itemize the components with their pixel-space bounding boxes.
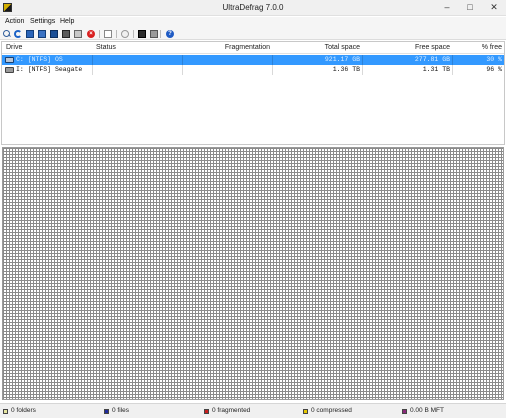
boot-time-icon[interactable] [138, 30, 146, 38]
title-bar: UltraDefrag 7.0.0 – □ ✕ [0, 0, 506, 16]
analyze-icon[interactable] [3, 30, 11, 38]
list-header: Drive Status Fragmentation Total space F… [2, 42, 504, 54]
fragmented-count: 0 fragmented [212, 407, 251, 414]
column-header-percent-free[interactable]: % free [452, 44, 502, 51]
minimize-button[interactable]: – [436, 0, 458, 15]
toolbar-separator [133, 30, 134, 38]
toolbar-separator [160, 30, 161, 38]
drive-total-space: 1.36 TB [332, 66, 360, 73]
status-bar: 0 folders 0 files 0 fragmented 0 compres… [0, 403, 506, 418]
toolbar-separator [116, 30, 117, 38]
drive-row-i[interactable]: I: [NTFS] Seagate 1.36 TB 1.31 TB 96 % [2, 65, 504, 75]
drive-row-c[interactable]: C: [NTFS] OS 921.17 GB 277.81 GB 30 % [2, 55, 504, 65]
compressed-count: 0 compressed [311, 407, 352, 414]
drive-name: C: [NTFS] OS [16, 56, 63, 63]
drive-total-space: 921.17 GB [324, 56, 360, 63]
mft-color-square [402, 409, 407, 414]
folders-color-square [3, 409, 8, 414]
optimize-mft-icon[interactable] [62, 30, 70, 38]
toolbar: × ? [0, 28, 506, 40]
folders-count: 0 folders [11, 407, 36, 414]
column-header-status[interactable]: Status [96, 44, 116, 51]
mft-size: 0.00 B MFT [410, 407, 444, 414]
stop-icon[interactable]: × [87, 30, 95, 38]
fragmented-color-square [204, 409, 209, 414]
column-header-total-space[interactable]: Total space [272, 44, 360, 51]
drive-list[interactable]: Drive Status Fragmentation Total space F… [1, 41, 505, 145]
hard-disk-icon [5, 67, 14, 73]
column-header-fragmentation[interactable]: Fragmentation [182, 44, 270, 51]
files-count: 0 files [112, 407, 129, 414]
files-color-square [104, 409, 109, 414]
report-icon[interactable] [104, 30, 112, 38]
close-button[interactable]: ✕ [482, 0, 506, 15]
menu-action[interactable]: Action [5, 18, 24, 25]
cluster-map[interactable] [2, 147, 504, 400]
maximize-button[interactable]: □ [459, 0, 481, 15]
column-header-drive[interactable]: Drive [6, 44, 22, 51]
drive-free-space: 277.81 GB [414, 56, 450, 63]
drive-free-space: 1.31 TB [422, 66, 450, 73]
menu-settings[interactable]: Settings [30, 18, 55, 25]
quick-optimize-icon[interactable] [38, 30, 46, 38]
preferences-icon[interactable] [150, 30, 158, 38]
toolbar-separator [99, 30, 100, 38]
mft-icon[interactable] [74, 30, 82, 38]
full-optimize-icon[interactable] [50, 30, 58, 38]
drive-name: I: [NTFS] Seagate [16, 66, 83, 73]
schedule-icon[interactable] [121, 30, 129, 38]
menu-bar: Action Settings Help [0, 17, 506, 28]
defragment-icon[interactable] [26, 30, 34, 38]
hard-disk-icon [5, 57, 14, 63]
compressed-color-square [303, 409, 308, 414]
column-header-free-space[interactable]: Free space [362, 44, 450, 51]
menu-help[interactable]: Help [60, 18, 74, 25]
repeat-icon[interactable] [14, 30, 22, 38]
drive-percent-free: 30 % [486, 56, 502, 63]
help-icon[interactable]: ? [166, 30, 174, 38]
window-title: UltraDefrag 7.0.0 [222, 3, 284, 12]
drive-percent-free: 96 % [486, 66, 502, 73]
